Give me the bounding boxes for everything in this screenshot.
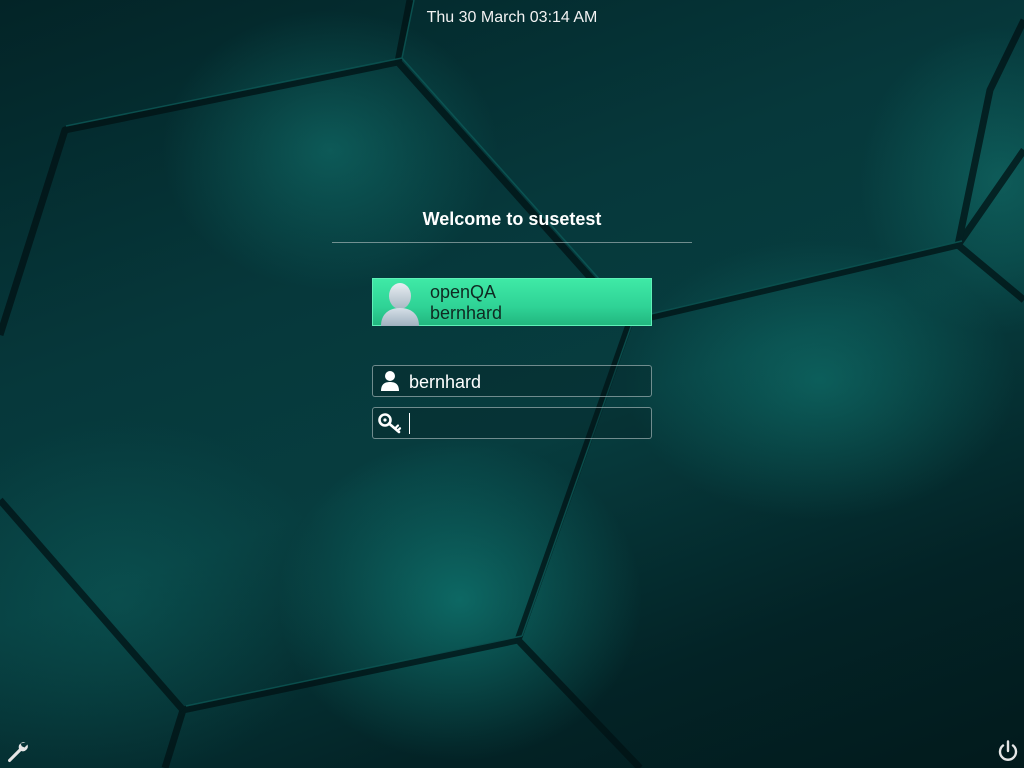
login-screen: Thu 30 March 03:14 AM Welcome to susetes… [0, 0, 1024, 768]
text-cursor [409, 413, 410, 434]
welcome-title: Welcome to susetest [422, 209, 602, 229]
user-login-name: bernhard [430, 303, 503, 323]
password-field[interactable] [372, 407, 652, 439]
key-icon [378, 413, 402, 434]
username-field[interactable]: bernhard [372, 365, 652, 397]
clock: Thu 30 March 03:14 AM [426, 9, 598, 26]
username-value: bernhard [409, 372, 482, 392]
power-button[interactable] [996, 739, 1020, 763]
user-full-name: openQA [430, 282, 497, 302]
divider [332, 242, 692, 243]
power-icon [998, 740, 1018, 761]
user-tile-openqa[interactable]: openQA bernhard [372, 278, 652, 326]
wrench-icon [7, 742, 28, 763]
user-icon [381, 371, 399, 391]
user-avatar-icon [381, 283, 419, 326]
session-options-button[interactable] [5, 739, 29, 763]
